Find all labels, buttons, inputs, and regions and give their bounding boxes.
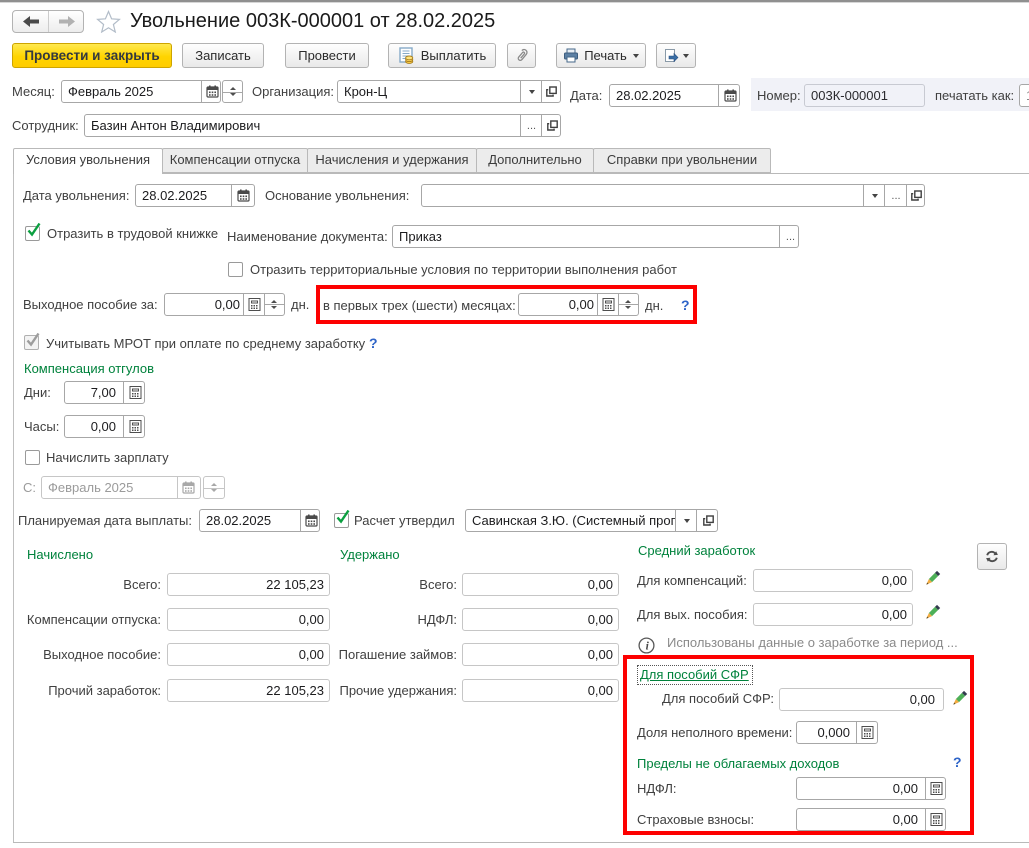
svg-text:i: i <box>646 641 650 653</box>
